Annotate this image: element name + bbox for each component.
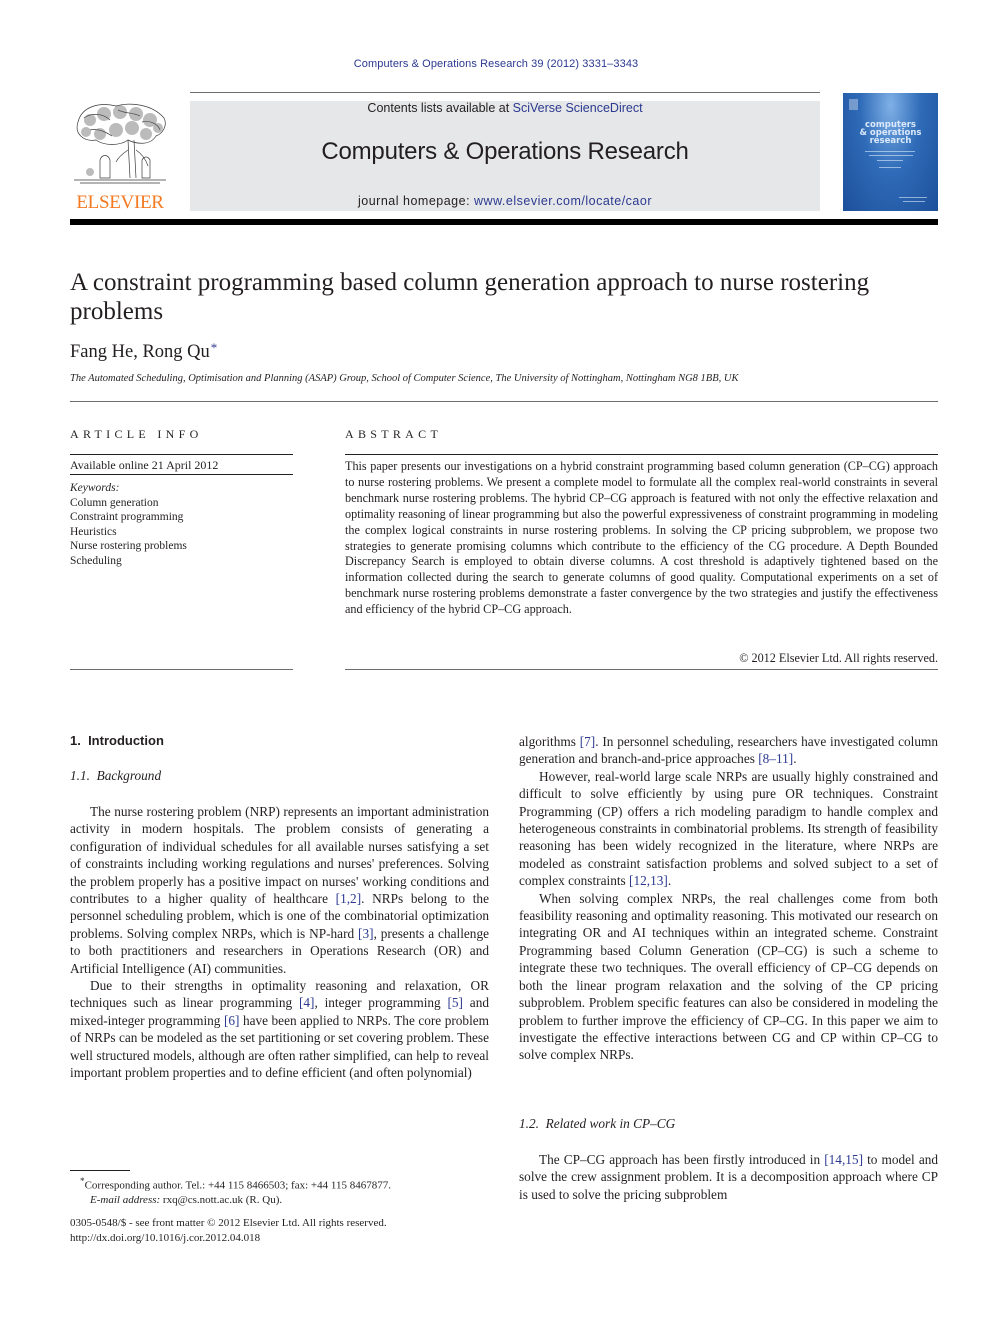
subsection-heading-background: 1.1. Background — [70, 768, 162, 783]
cover-text-line — [877, 160, 903, 161]
cover-text-line — [879, 167, 901, 168]
keyword: Nurse rostering problems — [70, 540, 187, 552]
cover-title: computers & operations research — [847, 121, 934, 146]
subsection-heading-related-work: 1.2. Related work in CP–CG — [519, 1116, 676, 1131]
cover-text-line — [865, 151, 915, 152]
email-label: E-mail address: — [90, 1194, 161, 1207]
keyword: Column generation — [70, 496, 159, 509]
right-column-body-continued: The CP–CG approach has been firstly intr… — [519, 1151, 938, 1203]
journal-cover-thumbnail[interactable]: computers & operations research — [843, 93, 938, 211]
citation-link[interactable]: [6] — [224, 1013, 240, 1028]
abstract-copyright: © 2012 Elsevier Ltd. All rights reserved… — [739, 651, 938, 665]
email-address[interactable]: rxq@cs.nott.ac.uk (R. Qu). — [163, 1194, 282, 1206]
paragraph-text: algorithms — [519, 734, 580, 749]
authors: Fang He, Rong Qu — [70, 342, 210, 362]
article-info-bottom-rule — [70, 669, 293, 670]
paragraph-text: . — [793, 751, 797, 767]
footnote-line-contact: *Corresponding author. Tel.: +44 115 846… — [80, 1174, 391, 1193]
right-column-body: algorithms [7]. In personnel scheduling,… — [519, 733, 938, 1064]
body-paragraph: Due to their strengths in optimality rea… — [70, 977, 489, 1081]
cover-text-line — [869, 155, 913, 156]
homepage-prefix: journal homepage: — [358, 194, 475, 208]
journal-title: Computers & Operations Research — [321, 138, 689, 165]
footnote-line-email: E-mail address: rxq@cs.nott.ac.uk (R. Qu… — [80, 1193, 391, 1208]
journal-homepage-line: journal homepage: www.elsevier.com/locat… — [190, 194, 820, 208]
footnote-rule — [70, 1170, 130, 1171]
cover-title-line: research — [869, 136, 912, 146]
paragraph-text: The CP–CG approach has been firstly intr… — [539, 1152, 825, 1167]
section-heading-introduction: 1. Introduction — [70, 733, 164, 748]
keywords-label: Keywords: — [70, 482, 120, 494]
abstract-top-rule — [345, 454, 938, 455]
citation-link[interactable]: [12,13] — [629, 873, 668, 888]
masthead-top-rule — [190, 92, 820, 93]
sciencedirect-link[interactable]: SciVerse ScienceDirect — [513, 101, 643, 115]
article-info-heading: ARTICLE INFO — [70, 427, 203, 441]
elsevier-wordmark: ELSEVIER — [76, 192, 164, 213]
keyword: Heuristics — [70, 525, 117, 538]
masthead-bottom-rule — [70, 219, 938, 225]
cover-publisher-badge-icon — [849, 99, 858, 110]
citation-link[interactable]: [7] — [580, 734, 596, 749]
affiliation-rule — [70, 401, 938, 402]
running-header-citation[interactable]: Computers & Operations Research 39 (2012… — [0, 58, 992, 70]
article-info-rule — [70, 454, 293, 455]
issn-line: 0305-0548/$ - see front matter © 2012 El… — [70, 1217, 387, 1229]
front-matter-info: 0305-0548/$ - see front matter © 2012 El… — [70, 1216, 387, 1245]
keyword: Constraint programming — [70, 511, 184, 523]
citation-link[interactable]: [14,15] — [824, 1152, 863, 1167]
abstract-text: This paper presents our investigations o… — [345, 459, 938, 617]
article-title: A constraint programming based column ge… — [70, 269, 870, 325]
body-paragraph: The CP–CG approach has been firstly intr… — [519, 1151, 938, 1203]
abstract-heading: ABSTRACT — [345, 427, 443, 441]
paragraph-text: , integer programming — [314, 995, 448, 1011]
corresponding-author-marker[interactable]: * — [211, 340, 218, 355]
keywords-block: Keywords: Column generation Constraint p… — [70, 481, 187, 568]
paragraph-text: . — [667, 873, 672, 889]
citation-link[interactable]: [5] — [447, 995, 463, 1010]
cover-sciencedirect-mark — [899, 197, 927, 198]
journal-homepage-link[interactable]: www.elsevier.com/locate/caor — [474, 194, 652, 208]
contents-available-line: Contents lists available at SciVerse Sci… — [190, 101, 820, 115]
doi-link[interactable]: http://dx.doi.org/10.1016/j.cor.2012.04.… — [70, 1231, 387, 1246]
paragraph-text: When solving complex NRPs, the real chal… — [519, 890, 938, 1063]
paragraph-text: However, real-world large scale NRPs are… — [519, 768, 938, 889]
contents-prefix: Contents lists available at — [367, 101, 513, 115]
cover-text-line — [903, 201, 925, 202]
article-info-rule — [70, 474, 293, 475]
abstract-bottom-rule — [345, 669, 938, 670]
available-online-date: Available online 21 April 2012 — [70, 458, 219, 472]
left-column-body: The nurse rostering problem (NRP) repres… — [70, 803, 489, 1082]
author-list: Fang He, Rong Qu* — [70, 340, 217, 363]
citation-link[interactable]: [4] — [299, 995, 315, 1010]
body-paragraph: However, real-world large scale NRPs are… — [519, 768, 938, 890]
body-paragraph: When solving complex NRPs, the real chal… — [519, 890, 938, 1064]
footnote-contact: Corresponding author. Tel.: +44 115 8466… — [84, 1179, 391, 1192]
elsevier-tree-icon — [74, 103, 166, 184]
footnote-corresponding-author: *Corresponding author. Tel.: +44 115 846… — [80, 1174, 391, 1208]
author-affiliation: The Automated Scheduling, Optimisation a… — [70, 373, 739, 384]
keyword: Scheduling — [70, 554, 122, 567]
body-paragraph: algorithms [7]. In personnel scheduling,… — [519, 733, 938, 768]
citation-link[interactable]: [3] — [358, 926, 374, 941]
citation-link[interactable]: [1,2] — [336, 891, 361, 906]
elsevier-logo[interactable]: ELSEVIER — [70, 100, 170, 213]
body-paragraph: The nurse rostering problem (NRP) repres… — [70, 803, 489, 977]
citation-link[interactable]: [8–11] — [758, 751, 793, 766]
